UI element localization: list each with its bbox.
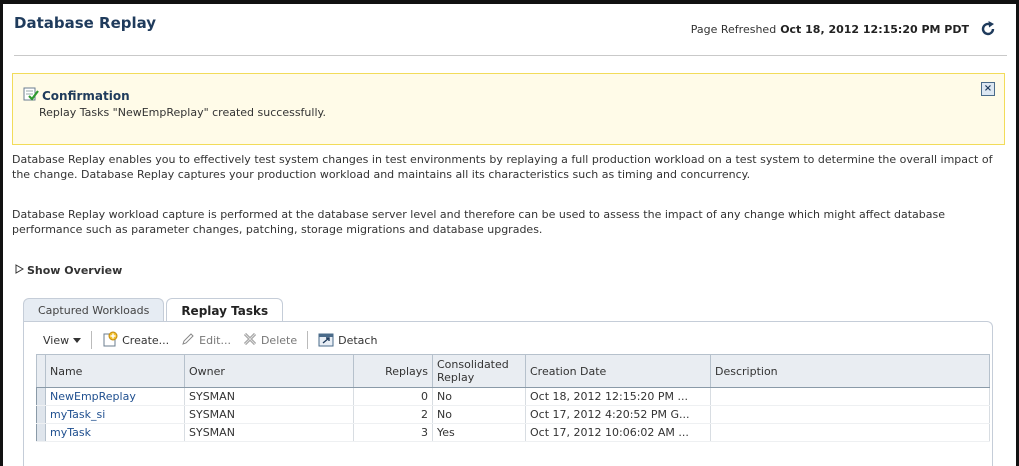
description-paragraph-1: Database Replay enables you to effective… [12, 153, 993, 181]
pencil-icon [181, 332, 195, 349]
column-header-owner[interactable]: Owner [184, 354, 354, 388]
cell-consolidated: No [432, 405, 526, 424]
create-button[interactable]: Create... [96, 329, 175, 351]
row-selector-header [36, 354, 46, 388]
delete-button[interactable]: Delete [237, 329, 303, 351]
column-header-name[interactable]: Name [45, 354, 185, 388]
cell-consolidated: No [432, 387, 526, 406]
table-header-row: Name Owner Replays Consolidated Replay C… [36, 354, 990, 388]
tab-replay-tasks[interactable]: Replay Tasks [166, 298, 284, 322]
page-refreshed: Page Refreshed Oct 18, 2012 12:15:20 PM … [691, 20, 997, 38]
tab-bar: Captured Workloads Replay Tasks [23, 298, 285, 322]
toolbar-separator [307, 331, 309, 349]
table-row[interactable]: myTask SYSMAN 3 Yes Oct 17, 2012 10:06:0… [36, 423, 990, 442]
replay-tasks-table: Name Owner Replays Consolidated Replay C… [36, 354, 990, 442]
create-icon [102, 331, 118, 350]
cell-replays: 2 [353, 405, 433, 424]
chevron-down-icon [73, 334, 82, 347]
disclosure-triangle-icon [14, 264, 25, 277]
column-header-creation-date[interactable]: Creation Date [525, 354, 711, 388]
detach-icon [318, 331, 334, 350]
refresh-time: Oct 18, 2012 12:15:20 PM PDT [780, 22, 969, 36]
cell-owner: SYSMAN [184, 423, 354, 442]
description-paragraph-2: Database Replay workload capture is perf… [12, 208, 946, 236]
cell-consolidated: Yes [432, 423, 526, 442]
cell-owner: SYSMAN [184, 387, 354, 406]
delete-label: Delete [260, 333, 298, 347]
window-frame-left [0, 0, 3, 466]
edit-label: Edit... [199, 333, 231, 347]
toolbar-separator [91, 331, 93, 349]
edit-button[interactable]: Edit... [175, 329, 237, 351]
tab-captured-workloads[interactable]: Captured Workloads [23, 298, 165, 322]
replay-tasks-panel: View Create... Edit... Delete Detach Nam… [23, 321, 993, 466]
window-frame-top [0, 0, 1019, 4]
confirmation-message: Replay Tasks "NewEmpReplay" created succ… [39, 106, 326, 119]
column-header-description[interactable]: Description [710, 354, 990, 388]
cell-owner: SYSMAN [184, 405, 354, 424]
column-header-replays[interactable]: Replays [353, 354, 433, 388]
confirmation-title: Confirmation [42, 88, 130, 103]
cell-replays: 0 [353, 387, 433, 406]
create-label: Create... [122, 333, 170, 347]
delete-x-icon [243, 332, 257, 349]
close-icon[interactable]: × [981, 82, 995, 96]
detach-button[interactable]: Detach [312, 329, 383, 351]
confirmation-header: Confirmation [23, 87, 130, 104]
cell-name[interactable]: NewEmpReplay [45, 387, 185, 406]
detach-label: Detach [338, 333, 378, 347]
show-overview-toggle[interactable]: Show Overview [14, 264, 122, 277]
page-title: Database Replay [14, 14, 157, 32]
cell-description [710, 387, 990, 406]
cell-description [710, 405, 990, 424]
cell-creation-date: Oct 17, 2012 4:20:52 PM G... [525, 405, 711, 424]
table-toolbar: View Create... Edit... Delete Detach [37, 329, 383, 351]
view-menu-button[interactable]: View [37, 329, 87, 351]
table-row[interactable]: myTask_si SYSMAN 2 No Oct 17, 2012 4:20:… [36, 405, 990, 424]
cell-name[interactable]: myTask_si [45, 405, 185, 424]
table-row[interactable]: NewEmpReplay SYSMAN 0 No Oct 18, 2012 12… [36, 387, 990, 406]
cell-creation-date: Oct 18, 2012 12:15:20 PM ... [525, 387, 711, 406]
row-selector[interactable] [36, 405, 46, 424]
refresh-label: Page Refreshed [690, 22, 777, 36]
view-label: View [43, 333, 70, 347]
show-overview-label: Show Overview [27, 264, 123, 277]
title-divider [14, 55, 1007, 56]
row-selector[interactable] [36, 387, 46, 406]
confirmation-check-icon [23, 87, 39, 104]
cell-name[interactable]: myTask [45, 423, 185, 442]
cell-description [710, 423, 990, 442]
row-selector[interactable] [36, 423, 46, 442]
confirmation-box: Confirmation Replay Tasks "NewEmpReplay"… [12, 73, 1005, 145]
cell-replays: 3 [353, 423, 433, 442]
refresh-icon[interactable] [979, 20, 997, 38]
cell-creation-date: Oct 17, 2012 10:06:02 AM ... [525, 423, 711, 442]
column-header-consolidated-replay[interactable]: Consolidated Replay [432, 354, 526, 388]
